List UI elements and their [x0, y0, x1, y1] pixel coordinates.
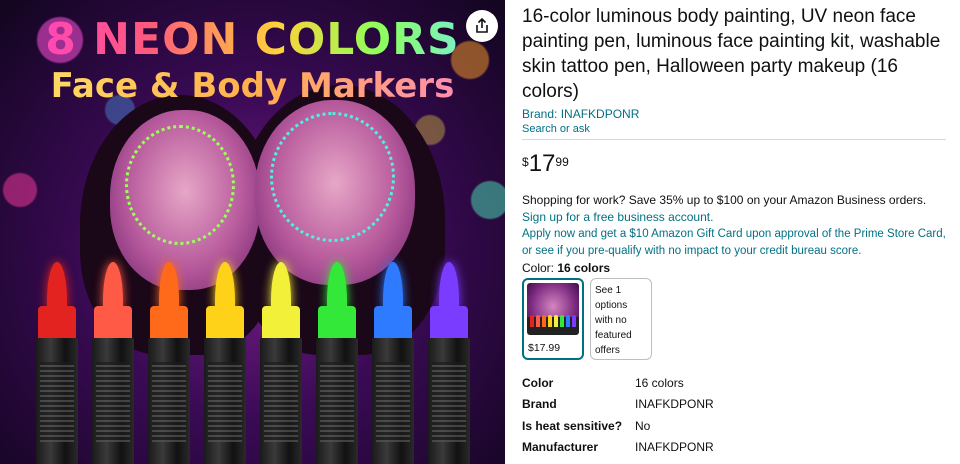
see-options-swatch[interactable]: See 1 options with no featured offers — [590, 278, 652, 360]
spec-key: Is heat sensitive? — [522, 418, 623, 433]
color-swatch-selected[interactable]: $17.99 — [522, 278, 584, 360]
business-signup-link[interactable]: Sign up for a free business account. — [522, 210, 713, 224]
swatch-mini-marker — [530, 315, 534, 327]
marker-grip — [376, 362, 410, 442]
spec-key: Brand — [522, 397, 557, 412]
neon-face-paint — [270, 112, 395, 242]
price-fraction: 99 — [555, 155, 569, 169]
marker-grip — [432, 362, 466, 442]
business-promo-text: Shopping for work? Save 35% up to $100 o… — [522, 193, 927, 207]
marker-collar — [262, 306, 300, 340]
swatch-mini-marker — [572, 315, 576, 327]
spec-key: Color — [522, 375, 554, 390]
marker-grip — [96, 362, 130, 442]
brand-link[interactable]: Brand: INAFKDPONR — [522, 106, 946, 122]
marker-grip — [320, 362, 354, 442]
neon-marker — [428, 262, 470, 464]
swatch-mini-marker — [548, 315, 552, 327]
image-subheadline: Face & Body Markers — [0, 66, 505, 106]
neon-marker — [148, 262, 190, 464]
neon-marker — [372, 262, 414, 464]
spec-row: Brand INAFKDPONR — [522, 394, 946, 416]
gift-card-offer-link[interactable]: Apply now and get a $10 Amazon Gift Card… — [522, 226, 946, 260]
marker-grip — [152, 362, 186, 442]
selected-color: 16 colors — [557, 261, 611, 275]
marker-tip — [47, 262, 67, 310]
neon-marker — [316, 262, 358, 464]
marker-collar — [206, 306, 244, 340]
marker-tip — [215, 262, 235, 310]
spec-value: 16 colors — [635, 375, 684, 390]
color-swatches: $17.99 See 1 options with no featured of… — [522, 278, 946, 360]
price-symbol: $ — [522, 155, 529, 169]
marker-tip — [439, 262, 459, 310]
marker-collar — [430, 306, 468, 340]
share-icon — [476, 18, 488, 33]
marker-tip — [271, 262, 291, 310]
product-title: 16-color luminous body painting, UV neon… — [522, 6, 941, 102]
spec-value: INAFKDPONR — [635, 397, 714, 412]
marker-collar — [374, 306, 412, 340]
business-promo: Shopping for work? Save 35% up to $100 o… — [522, 192, 946, 226]
neon-marker — [204, 262, 246, 464]
swatch-mini-marker — [560, 315, 564, 327]
marker-grip — [208, 362, 242, 442]
price-whole: 17 — [528, 150, 556, 177]
neon-marker — [260, 262, 302, 464]
spec-value: INAFKDPONR — [635, 440, 714, 455]
marker-tip — [327, 262, 347, 310]
marker-tip — [383, 262, 403, 310]
spec-row: Color 16 colors — [522, 372, 946, 394]
spec-table: Color 16 colors Brand INAFKDPONR Is heat sen… — [522, 372, 946, 458]
color-label: Color: — [522, 261, 555, 275]
marker-tip — [159, 262, 179, 310]
swatch-mini-marker — [554, 315, 558, 327]
swatch-mini-marker — [566, 315, 570, 327]
spec-row: Manufacturer INAFKDPONR — [522, 437, 946, 459]
marker-collar — [94, 306, 132, 340]
marker-collar — [150, 306, 188, 340]
product-image[interactable]: 8 NEON COLORS Face & Body Markers — [0, 0, 505, 464]
swatch-thumbnail — [527, 283, 579, 335]
marker-row — [0, 262, 505, 464]
spec-row: Is heat sensitive? No — [522, 415, 946, 437]
color-selector-label: Color: 16 colors — [522, 260, 946, 276]
divider — [522, 139, 946, 140]
search-or-ask-link[interactable]: Search or ask — [522, 122, 946, 137]
marker-tip — [103, 262, 123, 310]
spec-key: Manufacturer — [522, 440, 599, 455]
spec-value: No — [635, 418, 651, 433]
image-headline: 8 NEON COLORS — [0, 14, 505, 65]
swatch-mini-marker — [542, 315, 546, 327]
product-details: 16-color luminous body painting, UV neon… — [522, 4, 946, 458]
marker-grip — [264, 362, 298, 442]
swatch-mini-marker — [536, 315, 540, 327]
marker-collar — [38, 306, 76, 340]
swatch-price: $17.99 — [528, 342, 561, 354]
neon-marker — [36, 262, 78, 464]
neon-face-paint — [125, 125, 235, 245]
share-button[interactable] — [466, 10, 498, 42]
marker-collar — [318, 306, 356, 340]
marker-grip — [40, 362, 74, 442]
neon-marker — [92, 262, 134, 464]
price: $ 17 99 — [522, 150, 946, 178]
